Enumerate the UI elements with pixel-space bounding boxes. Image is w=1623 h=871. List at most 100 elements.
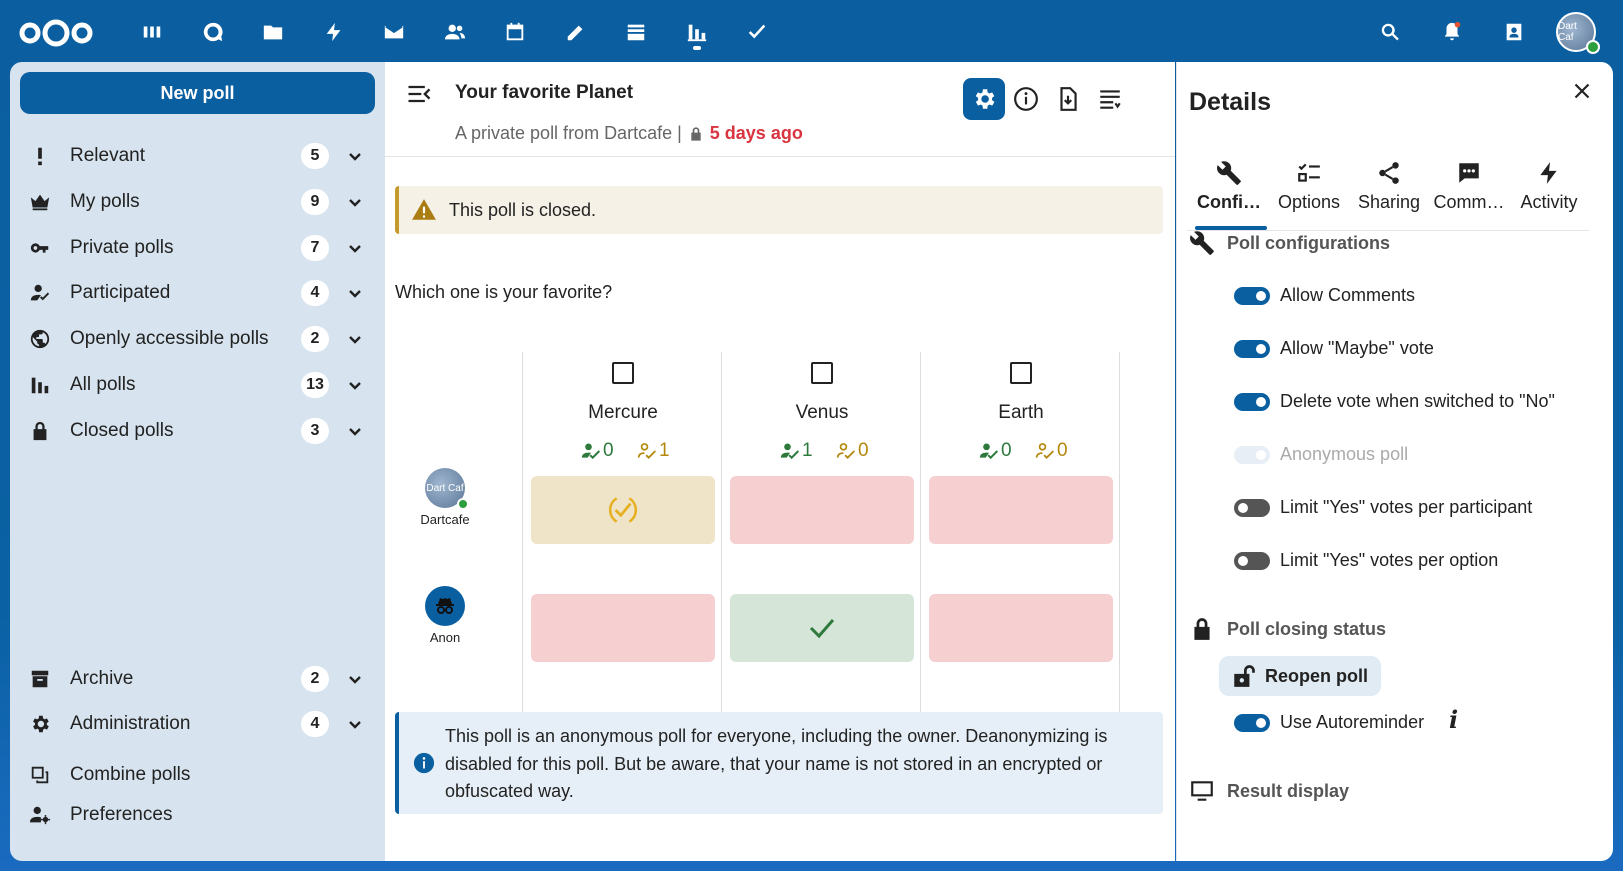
- chevron-down-icon[interactable]: [345, 714, 365, 734]
- exclamation-icon: [20, 145, 60, 167]
- chevron-down-icon[interactable]: [345, 238, 365, 258]
- maybe-count: 0: [836, 440, 869, 462]
- sidebar-item-private-polls[interactable]: Private polls 7: [20, 228, 375, 268]
- switch[interactable]: [1234, 498, 1270, 517]
- option-column-earth: Earth 0 0: [920, 352, 1120, 752]
- wrench-icon: [1190, 231, 1214, 255]
- tab-configuration[interactable]: Confi…: [1189, 160, 1269, 230]
- count-badge: 4: [301, 280, 329, 306]
- top-bar: Dart Caf: [0, 0, 1623, 62]
- chevron-down-icon[interactable]: [345, 421, 365, 441]
- section-title: Poll configurations: [1227, 232, 1391, 253]
- deck-icon[interactable]: [616, 14, 656, 50]
- closed-notice-text: This poll is closed.: [449, 199, 597, 220]
- toggle-limit-per-option[interactable]: Limit "Yes" votes per option: [1234, 550, 1498, 571]
- tab-label: Activity: [1520, 192, 1578, 212]
- dashboard-icon[interactable]: [132, 14, 172, 50]
- contacts-icon[interactable]: [435, 14, 475, 50]
- bar-chart-icon: [20, 374, 60, 396]
- chevron-down-icon[interactable]: [345, 669, 365, 689]
- switch[interactable]: [1234, 392, 1270, 411]
- toggle-limit-per-participant[interactable]: Limit "Yes" votes per participant: [1234, 497, 1532, 518]
- nextcloud-logo[interactable]: [18, 18, 94, 48]
- chevron-down-icon[interactable]: [345, 283, 365, 303]
- divider: [385, 156, 1175, 157]
- toggle-autoreminder[interactable]: Use Autoreminder: [1234, 712, 1424, 733]
- user-maybe-icon: [1035, 443, 1054, 459]
- poll-settings-button[interactable]: [963, 78, 1005, 120]
- sidebar-item-administration[interactable]: Administration 4: [20, 704, 375, 744]
- chevron-down-icon[interactable]: [345, 146, 365, 166]
- poll-question: Which one is your favorite?: [395, 282, 613, 302]
- toggle-label: Allow Comments: [1280, 285, 1416, 305]
- sidebar-item-label: Openly accessible polls: [70, 328, 269, 349]
- export-button[interactable]: [1047, 78, 1089, 120]
- toggle-label: Limit "Yes" votes per participant: [1280, 497, 1533, 517]
- reopen-poll-button[interactable]: Reopen poll: [1219, 656, 1381, 696]
- sidebar-item-label: Archive: [70, 668, 134, 689]
- anonymous-notice-text: This poll is an anonymous poll for every…: [445, 726, 1108, 801]
- tab-label: Sharing: [1357, 192, 1421, 212]
- yes-count-value: 0: [1001, 440, 1012, 461]
- toggle-allow-maybe[interactable]: Allow "Maybe" vote: [1234, 338, 1434, 359]
- maybe-count-value: 0: [1057, 440, 1068, 461]
- lock-icon: [1194, 618, 1210, 640]
- share-icon: [1379, 162, 1399, 184]
- contacts-menu-icon[interactable]: [1494, 14, 1534, 50]
- reopen-label: Reopen poll: [1265, 665, 1368, 686]
- notes-icon[interactable]: [556, 14, 596, 50]
- vote-cell-no: [531, 594, 715, 662]
- tab-comments[interactable]: Comm…: [1429, 160, 1509, 230]
- tab-activity[interactable]: Activity: [1509, 160, 1589, 230]
- new-poll-button[interactable]: New poll: [20, 72, 375, 114]
- toggle-allow-comments[interactable]: Allow Comments: [1234, 285, 1415, 306]
- sidebar-item-preferences[interactable]: Preferences: [20, 795, 375, 835]
- tab-sharing[interactable]: Sharing: [1349, 160, 1429, 230]
- menu-toggle-icon[interactable]: [405, 80, 433, 108]
- notifications-bell-icon[interactable]: [1432, 14, 1472, 50]
- close-icon[interactable]: [1569, 78, 1595, 104]
- sidebar-item-all-polls[interactable]: All polls 13: [20, 365, 375, 405]
- sidebar-item-combine-polls[interactable]: Combine polls: [20, 755, 375, 795]
- sidebar-item-openly-accessible[interactable]: Openly accessible polls 2: [20, 319, 375, 359]
- chevron-down-icon[interactable]: [345, 375, 365, 395]
- switch[interactable]: [1234, 551, 1270, 570]
- activity-icon[interactable]: [314, 14, 354, 50]
- sidebar-item-my-polls[interactable]: My polls 9: [20, 182, 375, 222]
- poll-title: Your favorite Planet: [455, 82, 634, 103]
- sidebar-item-label: Combine polls: [70, 764, 191, 785]
- switch[interactable]: [1234, 286, 1270, 305]
- talk-icon[interactable]: [193, 14, 233, 50]
- user-check-icon: [979, 443, 999, 460]
- sidebar-item-relevant[interactable]: Relevant 5: [20, 136, 375, 176]
- info-icon[interactable]: i: [1449, 705, 1458, 734]
- search-icon[interactable]: [1370, 14, 1410, 50]
- polls-icon[interactable]: [677, 14, 717, 50]
- toggle-delete-vote[interactable]: Delete vote when switched to "No": [1234, 391, 1555, 412]
- tasks-icon[interactable]: [737, 14, 777, 50]
- chevron-down-icon[interactable]: [345, 192, 365, 212]
- chevron-down-icon[interactable]: [345, 329, 365, 349]
- option-checkbox[interactable]: [1010, 362, 1032, 384]
- files-icon[interactable]: [253, 14, 293, 50]
- view-toggle-button[interactable]: [1089, 78, 1131, 120]
- sidebar-item-closed-polls[interactable]: Closed polls 3: [20, 411, 375, 451]
- sidebar-item-archive[interactable]: Archive 2: [20, 659, 375, 699]
- switch[interactable]: [1234, 339, 1270, 358]
- switch[interactable]: [1234, 713, 1270, 732]
- participant-name: Anon: [429, 630, 461, 645]
- closed-notice: This poll is closed.: [395, 186, 1163, 234]
- option-checkbox[interactable]: [811, 362, 833, 384]
- toggle-label: Use Autoreminder: [1280, 712, 1425, 732]
- option-checkbox[interactable]: [612, 362, 634, 384]
- option-name: Mercure: [588, 402, 658, 423]
- sidebar-item-label: Participated: [70, 282, 171, 303]
- mail-icon[interactable]: [374, 14, 414, 50]
- count-badge: 5: [301, 143, 329, 169]
- lock-icon: [20, 420, 60, 442]
- calendar-icon[interactable]: [495, 14, 535, 50]
- tab-options[interactable]: Options: [1269, 160, 1349, 230]
- user-settings-icon: [20, 804, 60, 826]
- sidebar-item-participated[interactable]: Participated 4: [20, 273, 375, 313]
- poll-info-button[interactable]: [1005, 78, 1047, 120]
